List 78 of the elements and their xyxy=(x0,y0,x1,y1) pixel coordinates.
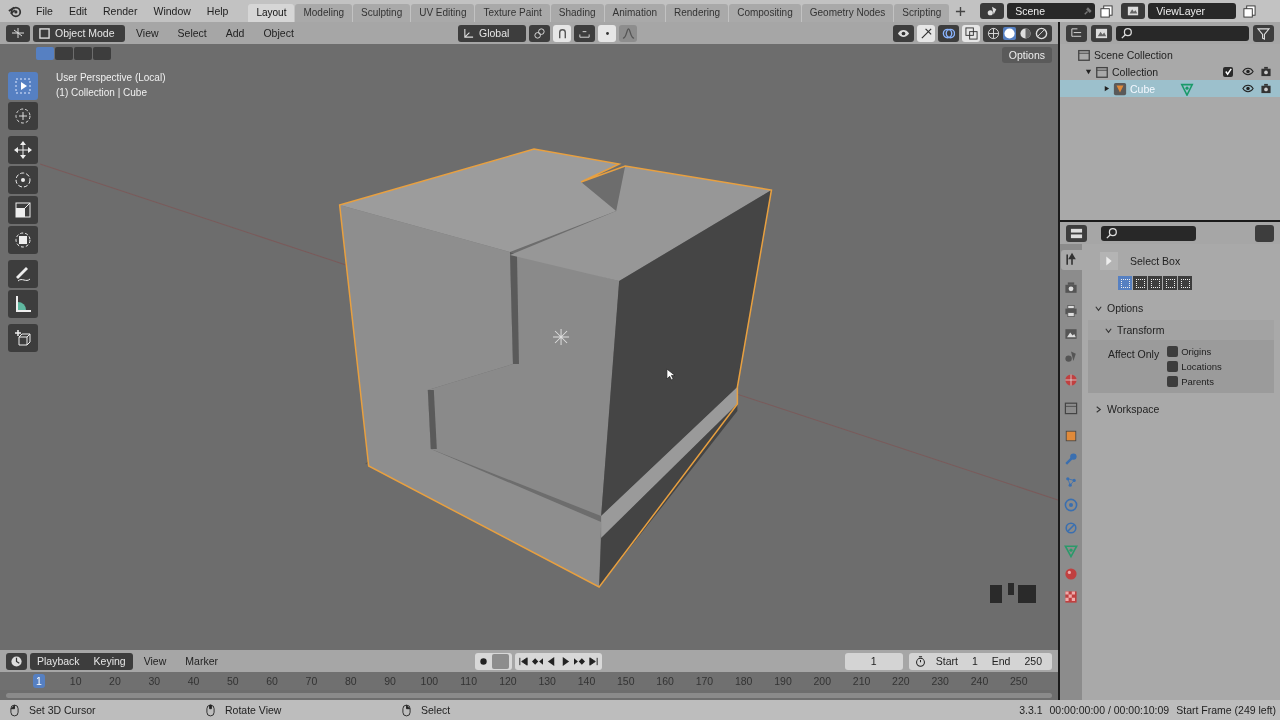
field-label: Affect Only xyxy=(1108,347,1160,362)
viewport-info-text: (1) Collection | Cube xyxy=(56,87,148,98)
time-text: 00:00:00:00 / 00:00:10:09 xyxy=(1049,704,1170,716)
outliner-row[interactable]: Scene Collection xyxy=(1060,46,1280,63)
frame-number: 30 xyxy=(147,674,162,688)
status-hint: Rotate View xyxy=(225,704,282,716)
menu-item[interactable]: Select xyxy=(169,27,215,39)
frame-number: 110 xyxy=(459,674,478,688)
workspace-tab[interactable]: Sculpting xyxy=(353,4,411,22)
frame-number: 190 xyxy=(773,674,793,688)
workspace-tab[interactable]: Texture Paint xyxy=(475,4,550,22)
workspace-tab[interactable]: Compositing xyxy=(729,4,801,22)
outliner-label: Cube xyxy=(1130,82,1156,95)
menu-item[interactable]: Add xyxy=(217,27,253,39)
transform-subpanel-header[interactable]: Transform xyxy=(1088,320,1274,340)
options-panel-header[interactable]: Options xyxy=(1088,298,1274,318)
status-hint: Select xyxy=(421,704,451,716)
outliner-label: Collection xyxy=(1112,65,1159,78)
dropdown-menu[interactable]: Playback xyxy=(30,655,87,667)
frame-number: 220 xyxy=(891,674,911,688)
frame-number: 130 xyxy=(537,674,557,688)
frame-number: 200 xyxy=(812,674,833,688)
mode-dropdown[interactable]: Object Mode xyxy=(33,24,125,42)
workspace-tab[interactable]: Geometry Nodes xyxy=(801,4,894,22)
workspace-tab[interactable]: Modeling xyxy=(295,4,353,22)
frame-info-text: Start Frame (249 left) xyxy=(1176,704,1276,716)
frame-number: 240 xyxy=(969,674,990,688)
frame-number: 120 xyxy=(498,674,518,688)
frame-number: 1 xyxy=(33,674,45,688)
dropdown-menu[interactable]: Keying xyxy=(86,655,133,667)
current-frame-field[interactable]: 1 xyxy=(844,652,903,670)
menu-item[interactable]: View xyxy=(128,27,167,39)
menu-item[interactable]: Window xyxy=(145,5,199,17)
orientation-dropdown[interactable]: Global xyxy=(458,24,526,42)
menu-item[interactable]: File xyxy=(28,5,61,17)
menu-item[interactable]: Object xyxy=(255,27,302,39)
frame-number: 20 xyxy=(108,674,122,688)
checkbox-label: Parents xyxy=(1181,376,1214,387)
view-layer-name-field[interactable]: ViewLayer xyxy=(1148,3,1237,19)
frame-number: 10 xyxy=(68,674,83,688)
menu-item[interactable]: Help xyxy=(198,5,237,17)
status-hint: Set 3D Cursor xyxy=(29,704,96,716)
frame-number: 140 xyxy=(576,674,597,688)
checkbox-label: Locations xyxy=(1181,361,1222,372)
workspace-tab[interactable]: Scripting xyxy=(894,4,950,22)
frame-number: 80 xyxy=(343,674,358,688)
frame-number: 230 xyxy=(930,674,950,688)
active-tool-name: Select Box xyxy=(1130,255,1181,267)
workspace-panel-header[interactable]: Workspace xyxy=(1088,399,1274,419)
workspace-tab[interactable]: Animation xyxy=(604,4,665,22)
outliner-row[interactable]: Collection xyxy=(1060,63,1280,80)
frame-number: 250 xyxy=(1009,674,1029,688)
start-frame-field[interactable]: Start 1 xyxy=(931,655,982,667)
frame-number: 50 xyxy=(226,674,240,688)
frame-number: 210 xyxy=(851,674,872,688)
frame-number: 40 xyxy=(186,674,201,688)
frame-number: 70 xyxy=(304,674,319,688)
workspace-tab[interactable]: UV Editing xyxy=(411,4,475,22)
viewport-info-text: User Perspective (Local) xyxy=(56,72,166,83)
scene-name-field[interactable]: Scene xyxy=(1007,3,1096,19)
frame-number: 100 xyxy=(419,674,440,688)
frame-number: 60 xyxy=(265,674,279,688)
frame-number: 180 xyxy=(733,674,754,688)
version-text: 3.3.1 xyxy=(1019,704,1043,716)
menu-item[interactable]: View xyxy=(135,655,175,667)
menu-item[interactable]: Edit xyxy=(60,5,95,17)
workspace-tab[interactable]: Rendering xyxy=(666,4,729,22)
outliner-label: Scene Collection xyxy=(1094,48,1173,61)
frame-number: 170 xyxy=(694,674,715,688)
3d-viewport[interactable]: User Perspective (Local) (1) Collection | Cube Options xyxy=(0,44,1058,650)
frame-number: 160 xyxy=(655,674,675,688)
workspace-tab[interactable]: Layout xyxy=(248,4,295,22)
options-button[interactable]: Options xyxy=(1001,47,1052,63)
workspace-tab[interactable]: Shading xyxy=(550,4,604,22)
end-frame-field[interactable]: End 250 xyxy=(987,655,1046,667)
menu-item[interactable]: Render xyxy=(95,5,146,17)
checkbox-label: Origins xyxy=(1181,346,1212,357)
menu-item[interactable]: Marker xyxy=(177,655,226,667)
